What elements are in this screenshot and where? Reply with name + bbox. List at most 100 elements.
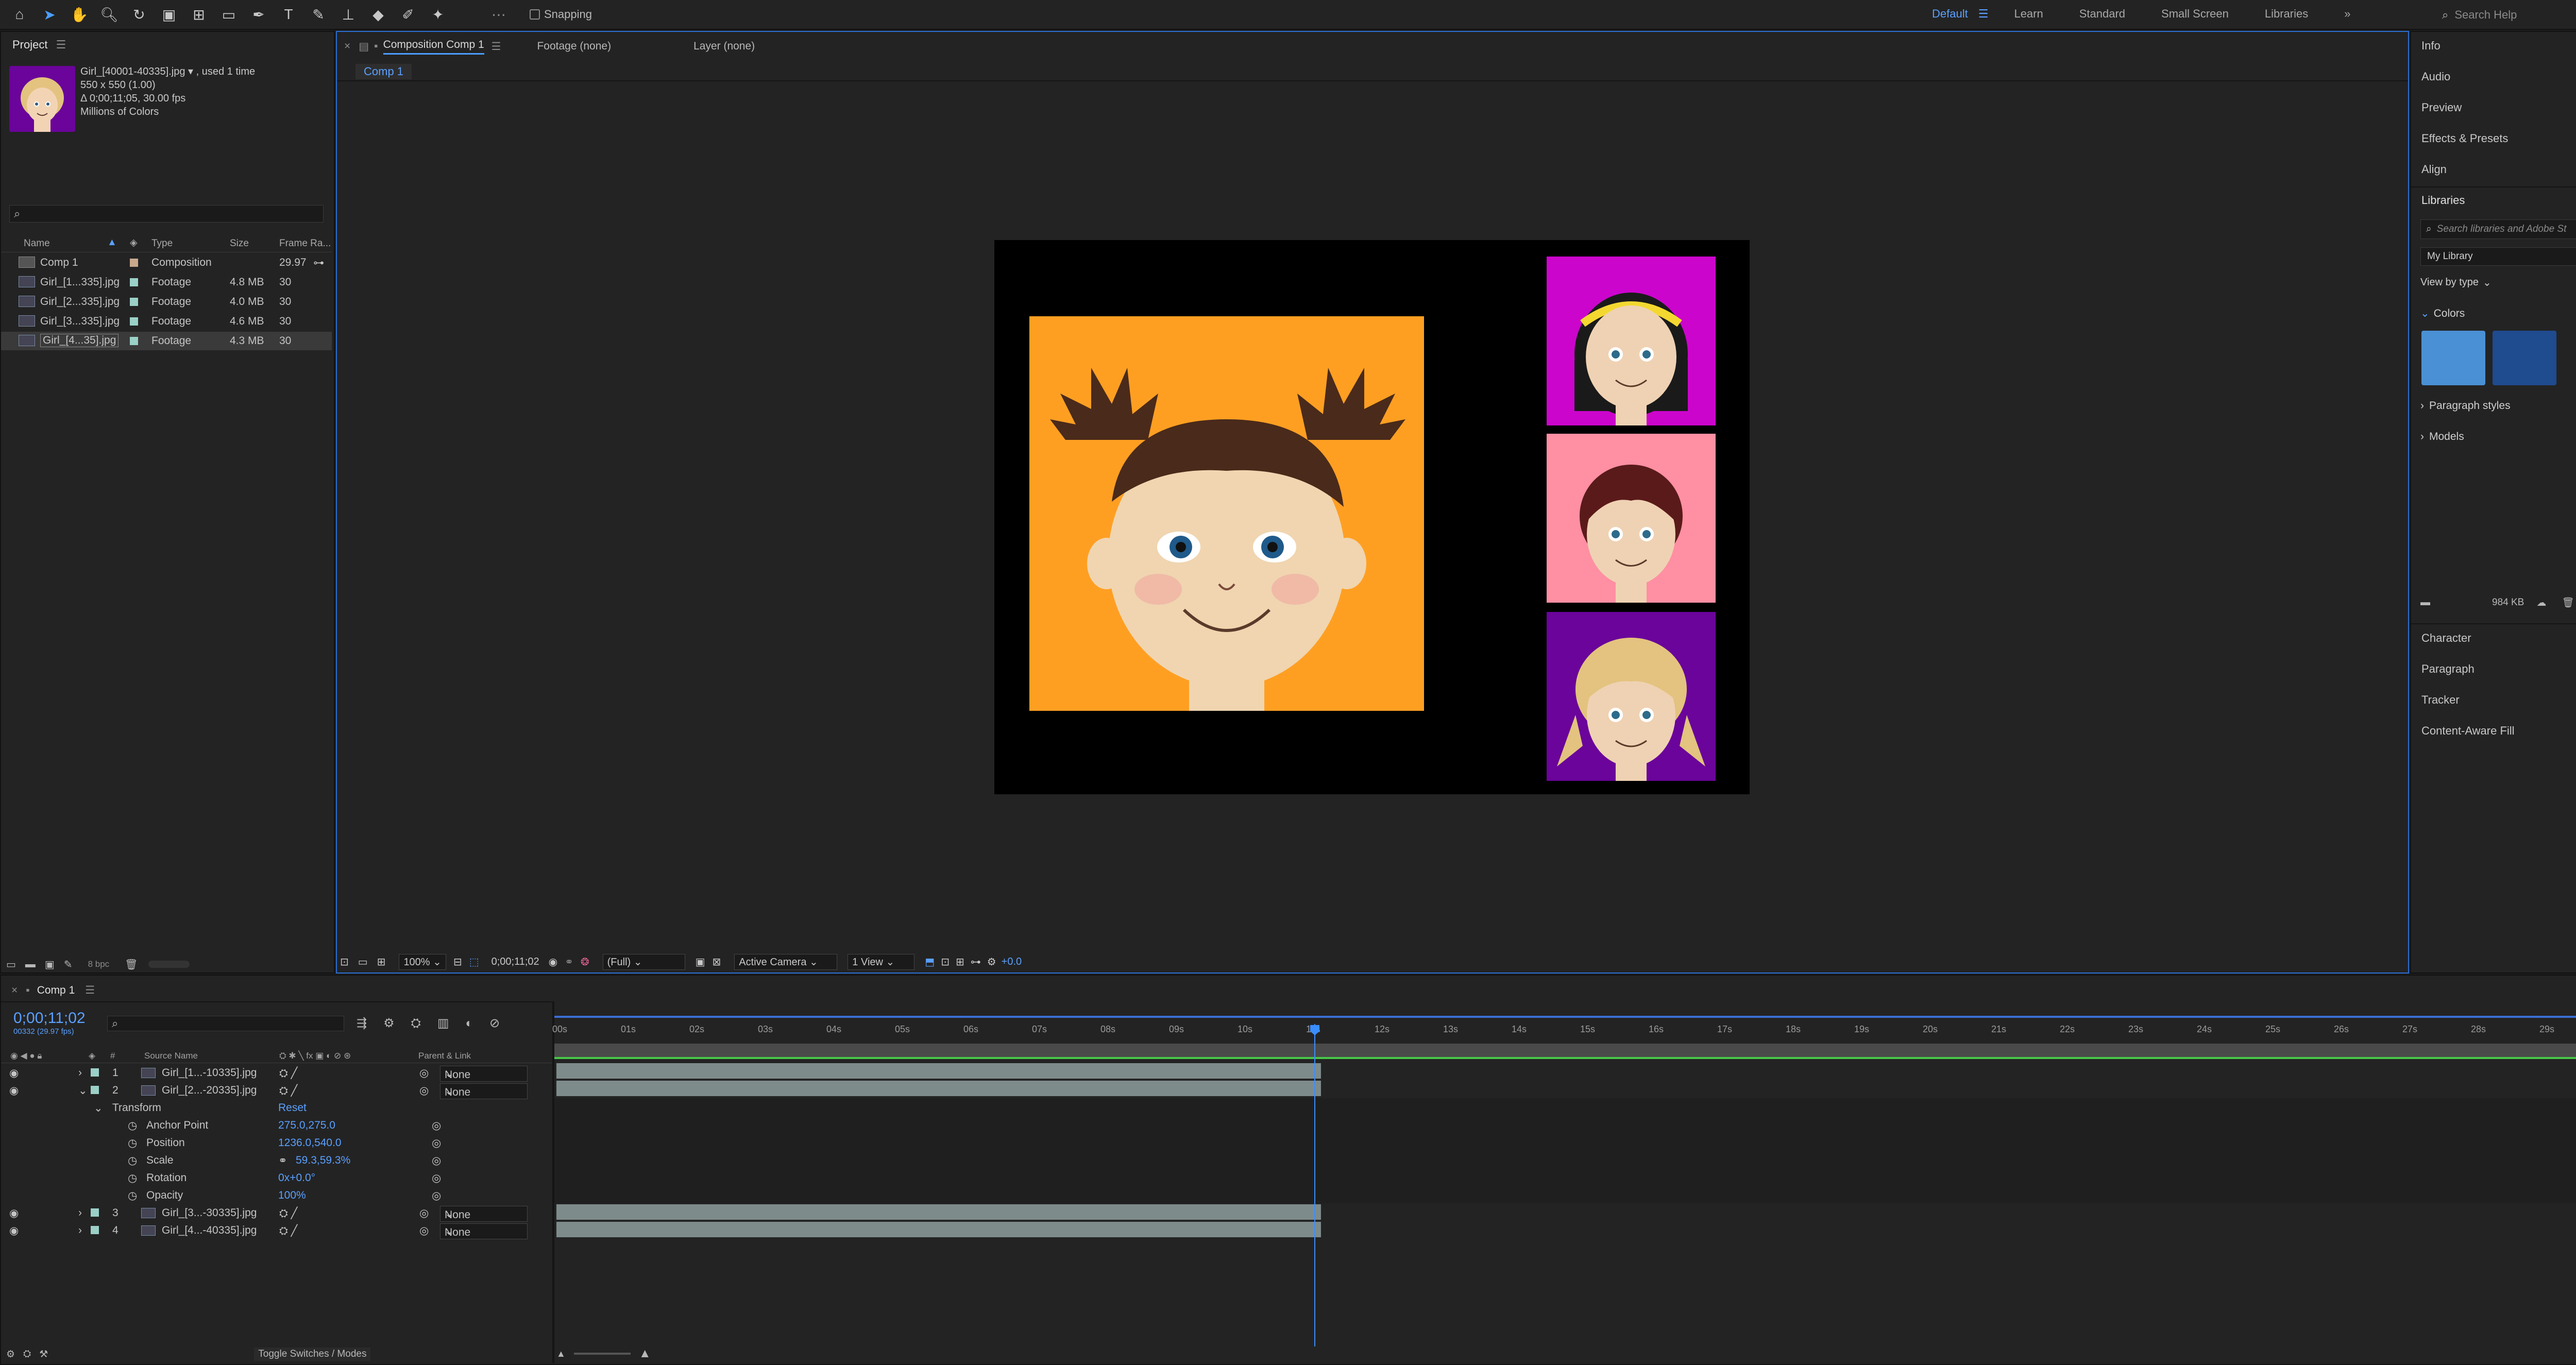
label-swatch[interactable]: [91, 1086, 99, 1094]
zoom-slider[interactable]: [573, 1353, 631, 1355]
workspace-standard[interactable]: Standard: [2079, 7, 2125, 21]
trash-icon[interactable]: 🗑︎: [2562, 596, 2574, 609]
panel-audio[interactable]: Audio: [2421, 70, 2450, 83]
label-swatch[interactable]: [130, 278, 138, 286]
graph-editor-icon[interactable]: ⊘: [489, 1016, 500, 1031]
panel-preview[interactable]: Preview: [2421, 101, 2462, 114]
composition-canvas[interactable]: [994, 240, 1750, 794]
flowchart-icon[interactable]: ⊶: [971, 956, 981, 968]
in-out-icon[interactable]: ⚒: [39, 1349, 48, 1360]
color-channels-icon[interactable]: ❂: [581, 956, 589, 968]
lock-icon[interactable]: ▤: [359, 40, 369, 53]
viewer-timecode[interactable]: 0;00;11;02: [492, 956, 539, 968]
playhead-line[interactable]: [1314, 1024, 1315, 1346]
pick-whip-icon[interactable]: ◎: [419, 1224, 429, 1237]
property-value[interactable]: 275.0,275.0: [278, 1119, 335, 1132]
workspace-libraries[interactable]: Libraries: [2265, 7, 2308, 21]
stopwatch-icon[interactable]: ◷: [128, 1172, 137, 1185]
type-tool-icon[interactable]: T: [279, 5, 298, 24]
transparency-grid-icon[interactable]: ⊠: [713, 956, 721, 968]
brush-tool-icon[interactable]: ✎: [309, 5, 328, 24]
chevron-right-icon[interactable]: ›: [78, 1224, 82, 1237]
project-item-footage[interactable]: Girl_[3...335].jpg Footage 4.6 MB 30: [1, 312, 332, 331]
project-search-input[interactable]: ⌕: [9, 205, 324, 223]
pen-tool-icon[interactable]: ✒: [249, 5, 268, 24]
roto-brush-tool-icon[interactable]: ✐: [399, 5, 417, 24]
workspace-menu-icon[interactable]: ☰: [1978, 7, 1989, 21]
layer-row[interactable]: ◉ › 4 Girl_[4...-40335].jpg ⛭ ╱ ◎ None ⌄: [1, 1222, 552, 1239]
workspace-small-screen[interactable]: Small Screen: [2161, 7, 2229, 21]
resolution-select[interactable]: (Full) ⌄: [602, 953, 685, 970]
layer-switches-icon[interactable]: ⚙: [6, 1349, 15, 1360]
close-icon[interactable]: ×: [344, 40, 350, 53]
vr-icon[interactable]: ⊞: [377, 956, 386, 968]
expression-icon[interactable]: ◎: [432, 1137, 441, 1150]
label-swatch[interactable]: [130, 298, 138, 306]
label-swatch[interactable]: [130, 259, 138, 267]
layer-name[interactable]: Girl_[1...-10335].jpg: [162, 1067, 257, 1079]
pick-whip-icon[interactable]: ◎: [419, 1207, 429, 1220]
chevron-right-icon[interactable]: ›: [78, 1067, 82, 1079]
property-value[interactable]: 59.3,59.3%: [296, 1154, 350, 1167]
girl-magenta-layer[interactable]: [1547, 257, 1716, 425]
property-value[interactable]: 1236.0,540.0: [278, 1137, 342, 1149]
property-row[interactable]: ◷ Rotation 0x+0.0° ◎: [1, 1169, 552, 1187]
expression-icon[interactable]: ◎: [432, 1189, 441, 1202]
visibility-eye-icon[interactable]: ◉: [9, 1224, 19, 1237]
label-swatch[interactable]: [91, 1226, 99, 1234]
col-parent-link[interactable]: Parent & Link: [418, 1051, 471, 1061]
property-value[interactable]: 0x+0.0°: [278, 1172, 315, 1184]
selection-tool-icon[interactable]: ➤: [40, 5, 59, 24]
toggle-pixel-aspect-icon[interactable]: ⬒: [925, 956, 935, 968]
panel-info[interactable]: Info: [2421, 39, 2441, 53]
chevron-down-icon[interactable]: ⌄: [78, 1084, 88, 1097]
label-swatch[interactable]: [130, 317, 138, 326]
stopwatch-icon[interactable]: ◷: [128, 1119, 137, 1132]
project-item-footage[interactable]: Girl_[2...335].jpg Footage 4.0 MB 30: [1, 293, 332, 311]
layer-name[interactable]: Girl_[3...-30335].jpg: [162, 1207, 257, 1219]
exposure-icon[interactable]: ⚙: [987, 956, 996, 968]
layer-name[interactable]: Girl_[2...-20335].jpg: [162, 1084, 257, 1097]
switch-icons[interactable]: ⛭ ╱: [279, 1084, 297, 1097]
color-swatch-dark-blue[interactable]: [2493, 331, 2556, 385]
adjust-icon[interactable]: ✎: [64, 958, 73, 971]
always-preview-icon[interactable]: ⊡: [340, 956, 349, 968]
pick-whip-icon[interactable]: ◎: [419, 1084, 429, 1097]
panel-menu-icon[interactable]: ☰: [85, 984, 95, 997]
new-composition-icon[interactable]: ▣: [45, 958, 55, 971]
girl-orange-layer[interactable]: [1029, 316, 1424, 711]
bit-depth-label[interactable]: 8 bpc: [88, 959, 110, 969]
mask-visibility-icon[interactable]: ⬚: [469, 956, 479, 968]
rotate-tool-icon[interactable]: ↻: [130, 5, 148, 24]
thumbnail-scroll[interactable]: [148, 961, 190, 968]
col-source-name[interactable]: Source Name: [144, 1051, 198, 1061]
cloud-icon[interactable]: ☁: [2536, 597, 2546, 609]
col-name[interactable]: Name: [24, 238, 50, 249]
panel-menu-icon[interactable]: ☰: [56, 38, 66, 52]
comp-breadcrumb[interactable]: Comp 1: [355, 64, 412, 79]
visibility-eye-icon[interactable]: ◉: [9, 1067, 19, 1080]
label-swatch[interactable]: [130, 337, 138, 345]
close-icon[interactable]: ×: [11, 984, 18, 997]
project-item-footage-selected[interactable]: Girl_[4...35].jpg Footage 4.3 MB 30: [1, 332, 332, 350]
rectangle-tool-icon[interactable]: ▭: [219, 5, 238, 24]
paragraph-styles-group[interactable]: › Paragraph styles: [2420, 400, 2511, 412]
search-help[interactable]: ⌕ Search Help: [2442, 6, 2576, 24]
girl-purple-layer[interactable]: [1547, 612, 1716, 781]
work-area-range[interactable]: [554, 1016, 2576, 1018]
panel-content-aware-fill[interactable]: Content-Aware Fill: [2421, 724, 2515, 738]
property-row[interactable]: ◷ Opacity 100% ◎: [1, 1187, 552, 1204]
more-workspaces-icon[interactable]: »: [2344, 7, 2350, 21]
library-select[interactable]: My Library ⌄: [2420, 247, 2576, 266]
zoom-tool-icon[interactable]: 🔍︎: [100, 5, 118, 24]
stopwatch-icon[interactable]: ◷: [128, 1154, 137, 1167]
project-item-footage[interactable]: Girl_[1...335].jpg Footage 4.8 MB 30: [1, 273, 332, 292]
view-layout-select[interactable]: 1 View ⌄: [848, 953, 915, 970]
parent-select[interactable]: None ⌄: [440, 1066, 528, 1082]
flowchart-icon[interactable]: ⊶: [313, 257, 324, 269]
snapshot-icon[interactable]: ◉: [549, 956, 557, 968]
colors-group-header[interactable]: ⌄ Colors: [2420, 307, 2465, 320]
layer-2-bar[interactable]: [556, 1081, 1321, 1096]
tab-composition[interactable]: Composition Comp 1: [383, 39, 484, 55]
trash-icon[interactable]: 🗑︎: [125, 958, 138, 971]
